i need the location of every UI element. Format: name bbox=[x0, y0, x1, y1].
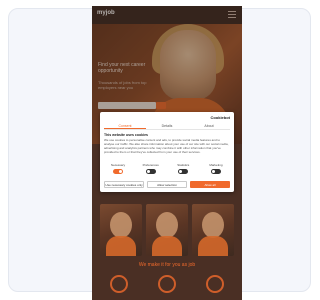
cookie-toggles: Necessary Preferences Statistics Marketi… bbox=[104, 163, 230, 174]
gallery-photo-face bbox=[156, 212, 178, 238]
gallery-photo-shirt bbox=[106, 236, 136, 256]
preferences-toggle[interactable] bbox=[145, 169, 156, 174]
gallery-photo-shirt bbox=[152, 236, 182, 256]
handshake-icon bbox=[158, 275, 176, 293]
toggle-preferences: Preferences bbox=[137, 163, 165, 174]
gallery-photo-shirt bbox=[198, 236, 228, 256]
tab-about[interactable]: About bbox=[188, 122, 230, 129]
toggle-necessary: Necessary bbox=[104, 163, 132, 174]
section-title: We make it for you as job bbox=[138, 262, 196, 268]
heart-icon bbox=[206, 275, 224, 293]
toggle-marketing: Marketing bbox=[202, 163, 230, 174]
necessary-only-button[interactable]: Use necessary cookies only bbox=[104, 181, 144, 188]
gallery-photo-face bbox=[110, 212, 132, 238]
toggle-label: Necessary bbox=[110, 163, 126, 167]
toggle-statistics: Statistics bbox=[169, 163, 197, 174]
cookie-provider-logo: Cookiebot bbox=[210, 115, 230, 120]
gallery-image[interactable] bbox=[146, 204, 188, 256]
cookie-actions: Use necessary cookies only Allow selecti… bbox=[104, 181, 230, 188]
allow-all-button[interactable]: Allow all bbox=[190, 181, 230, 188]
cookie-consent-dialog: Cookiebot Consent Details About This web… bbox=[100, 112, 234, 192]
tab-consent[interactable]: Consent bbox=[104, 122, 146, 129]
gallery-image[interactable] bbox=[192, 204, 234, 256]
cookie-tabs: Consent Details About bbox=[104, 122, 230, 130]
tab-details[interactable]: Details bbox=[146, 122, 188, 129]
cookie-description: We use cookies to personalise content an… bbox=[104, 138, 229, 154]
gallery-photo-face bbox=[202, 212, 224, 238]
gallery-image[interactable] bbox=[100, 204, 142, 256]
toggle-label: Preferences bbox=[142, 163, 159, 167]
necessary-toggle[interactable] bbox=[113, 169, 123, 174]
feature-icons bbox=[110, 275, 224, 293]
statistics-toggle[interactable] bbox=[178, 169, 189, 174]
toggle-label: Statistics bbox=[177, 163, 190, 167]
allow-selection-button[interactable]: Allow selection bbox=[147, 181, 187, 188]
toggle-label: Marketing bbox=[209, 163, 223, 167]
cookie-heading: This website uses cookies bbox=[104, 133, 148, 137]
marketing-toggle[interactable] bbox=[210, 169, 221, 174]
location-pin-icon bbox=[110, 275, 128, 293]
photo-gallery bbox=[100, 204, 234, 256]
